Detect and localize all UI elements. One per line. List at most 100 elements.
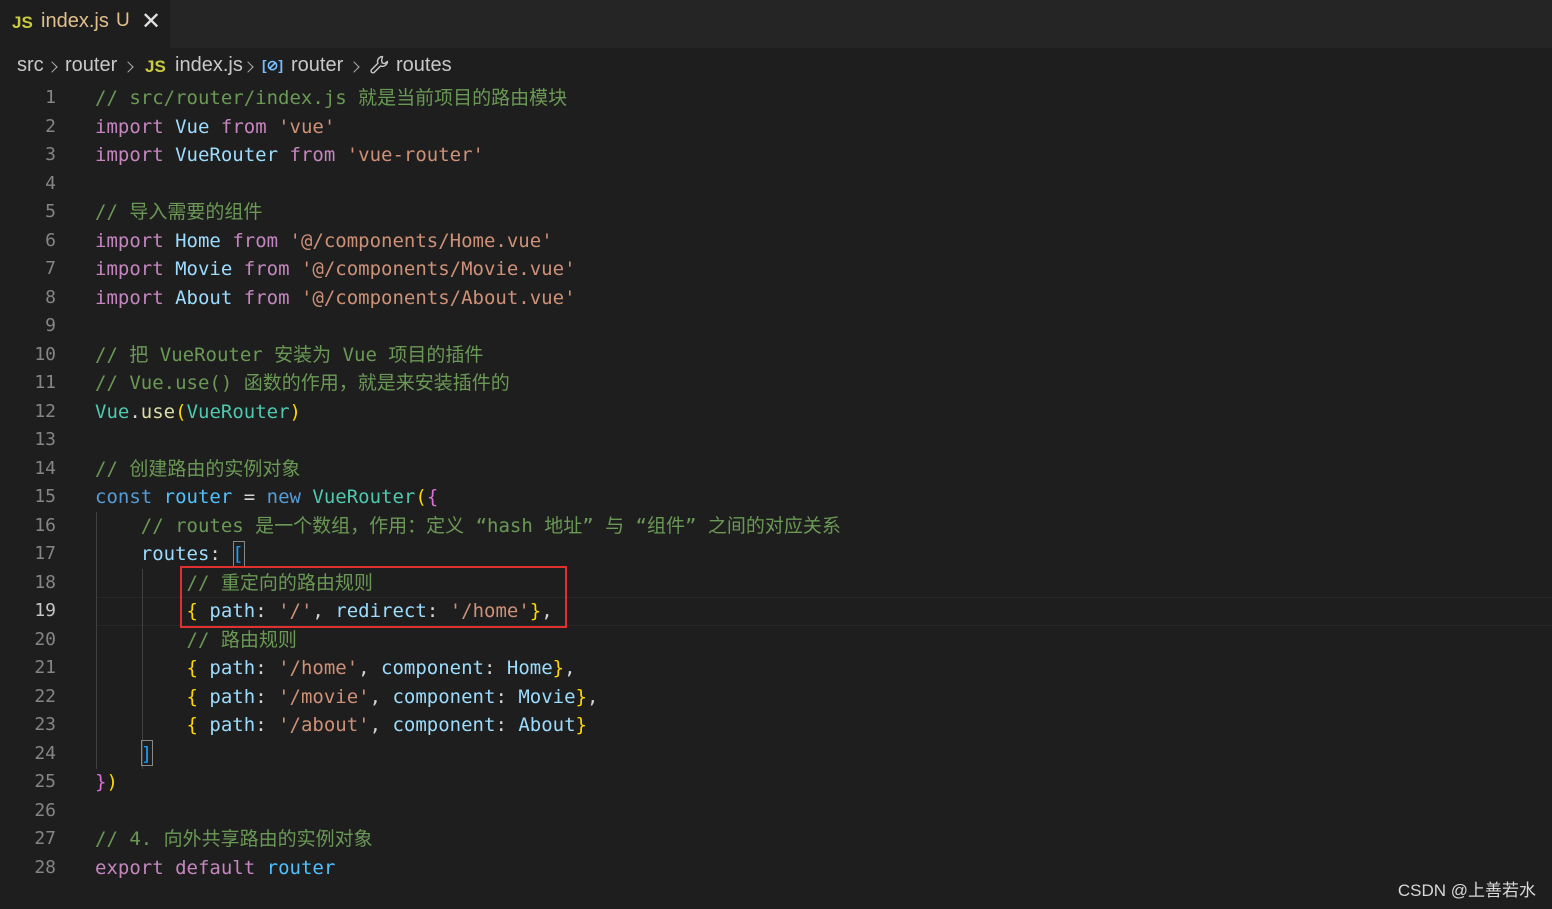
code-text: // 导入需要的组件: [95, 198, 262, 227]
code-text: const router = new VueRouter({: [95, 483, 438, 512]
line-number: 23: [34, 714, 56, 735]
code-line[interactable]: 12 Vue.use(VueRouter): [0, 398, 1552, 427]
code-text: // 4. 向外共享路由的实例对象: [95, 825, 373, 854]
line-number: 6: [45, 229, 56, 251]
line-number: 14: [34, 457, 56, 479]
code-line[interactable]: 5 // 导入需要的组件: [0, 198, 1552, 227]
code-token: from: [289, 144, 336, 166]
code-token: {: [186, 657, 198, 679]
code-line[interactable]: 28 export default router: [0, 854, 1552, 883]
line-number: 19: [34, 600, 56, 621]
code-token: [: [232, 543, 244, 565]
line-number: 18: [34, 571, 56, 593]
code-token: 'vue': [278, 115, 336, 138]
code-line[interactable]: 7 import Movie from '@/components/Movie.v…: [0, 255, 1552, 284]
code-text: import Vue from 'vue': [95, 113, 335, 142]
code-line[interactable]: 27 // 4. 向外共享路由的实例对象: [0, 825, 1552, 854]
breadcrumb-item-src[interactable]: src: [17, 54, 44, 77]
code-token: use: [140, 400, 176, 423]
code-token: // 把 VueRouter 安装为 Vue 项目的插件: [95, 343, 484, 366]
code-token: (: [415, 486, 427, 508]
code-text: // 路由规则: [95, 626, 297, 655]
breadcrumb-item-index-js[interactable]: index.js: [175, 54, 243, 77]
code-text: { path: '/home', component: Home},: [95, 654, 576, 683]
js-file-icon: JS: [145, 57, 166, 76]
code-token: // routes 是一个数组，作用：定义 “hash 地址” 与 “组件” 之…: [140, 514, 841, 537]
code-token: '@/components/Movie.vue': [300, 258, 576, 280]
code-line[interactable]: 17 routes: [: [0, 540, 1552, 569]
code-line[interactable]: 25}): [0, 768, 1552, 797]
code-line[interactable]: 9: [0, 312, 1552, 341]
code-line[interactable]: 4: [0, 170, 1552, 199]
code-line[interactable]: 16 // routes 是一个数组，作用：定义 “hash 地址” 与 “组件…: [0, 512, 1552, 541]
code-token: }: [575, 685, 587, 708]
code-token: default: [175, 856, 256, 879]
code-text: // 把 VueRouter 安装为 Vue 项目的插件: [95, 341, 483, 370]
code-text: }): [95, 768, 118, 797]
breadcrumb-item-routes[interactable]: routes: [396, 54, 452, 77]
code-token: from: [220, 115, 267, 138]
code-text: import About from '@/components/About.vu…: [95, 284, 576, 313]
code-token: .: [129, 400, 141, 423]
code-token: from: [243, 258, 290, 280]
code-line[interactable]: 23 { path: '/about', component: About}: [0, 711, 1552, 740]
code-line[interactable]: 20 // 路由规则: [0, 626, 1552, 655]
code-line[interactable]: 8 import About from '@/components/About.v…: [0, 284, 1552, 313]
code-token: import: [95, 144, 164, 166]
breadcrumb-item-router-symbol[interactable]: router: [291, 54, 343, 77]
close-tab-icon[interactable]: ✕: [141, 7, 161, 36]
editor-tab-index-js[interactable]: JS index.js U ✕: [0, 0, 170, 48]
breadcrumb-item-router-folder[interactable]: router: [65, 54, 117, 77]
code-token: path: [209, 685, 256, 708]
code-line[interactable]: 10 // 把 VueRouter 安装为 Vue 项目的插件: [0, 341, 1552, 370]
code-line[interactable]: 14 // 创建路由的实例对象: [0, 455, 1552, 484]
code-line[interactable]: 3 import VueRouter from 'vue-router': [0, 141, 1552, 170]
line-number: 3: [45, 144, 56, 165]
code-line[interactable]: 13: [0, 426, 1552, 455]
line-number: 1: [45, 87, 56, 108]
code-line[interactable]: 6 import Home from '@/components/Home.vue…: [0, 227, 1552, 256]
code-text: ]: [95, 740, 152, 769]
line-number: 7: [45, 258, 56, 279]
code-token: component: [392, 714, 496, 736]
code-text: import Home from '@/components/Home.vue': [95, 227, 553, 256]
code-token: router: [163, 486, 233, 508]
code-token: {: [186, 714, 198, 736]
code-editor[interactable]: 1 // src/router/index.js 就是当前项目的路由模块 2 impo…: [0, 84, 1552, 909]
code-line[interactable]: 1 // src/router/index.js 就是当前项目的路由模块: [0, 84, 1552, 113]
code-line[interactable]: 21 { path: '/home', component: Home},: [0, 654, 1552, 683]
code-line[interactable]: 2 import Vue from 'vue': [0, 113, 1552, 142]
code-token: Vue: [95, 400, 130, 423]
code-line[interactable]: 15 const router = new VueRouter({: [0, 483, 1552, 512]
code-token: path: [209, 714, 256, 736]
code-token: :: [495, 714, 519, 736]
code-line[interactable]: 24 ]: [0, 740, 1552, 769]
code-line[interactable]: 22 { path: '/movie', component: Movie},: [0, 683, 1552, 712]
variable-symbol-icon: [⊘]: [262, 57, 284, 73]
line-number: 15: [34, 486, 56, 507]
code-line[interactable]: 11 // Vue.use() 函数的作用，就是来安装插件的: [0, 369, 1552, 398]
code-line[interactable]: 26: [0, 797, 1552, 826]
chevron-right-icon: [122, 61, 134, 73]
code-token: About: [175, 286, 233, 309]
code-token: Movie: [518, 685, 576, 708]
wrench-property-icon: [370, 55, 389, 74]
code-token: ,: [564, 657, 576, 679]
code-token: ]: [140, 742, 153, 765]
code-text: // src/router/index.js 就是当前项目的路由模块: [95, 84, 567, 113]
line-number: 8: [45, 286, 56, 308]
code-text: { path: '/movie', component: Movie},: [95, 683, 599, 712]
